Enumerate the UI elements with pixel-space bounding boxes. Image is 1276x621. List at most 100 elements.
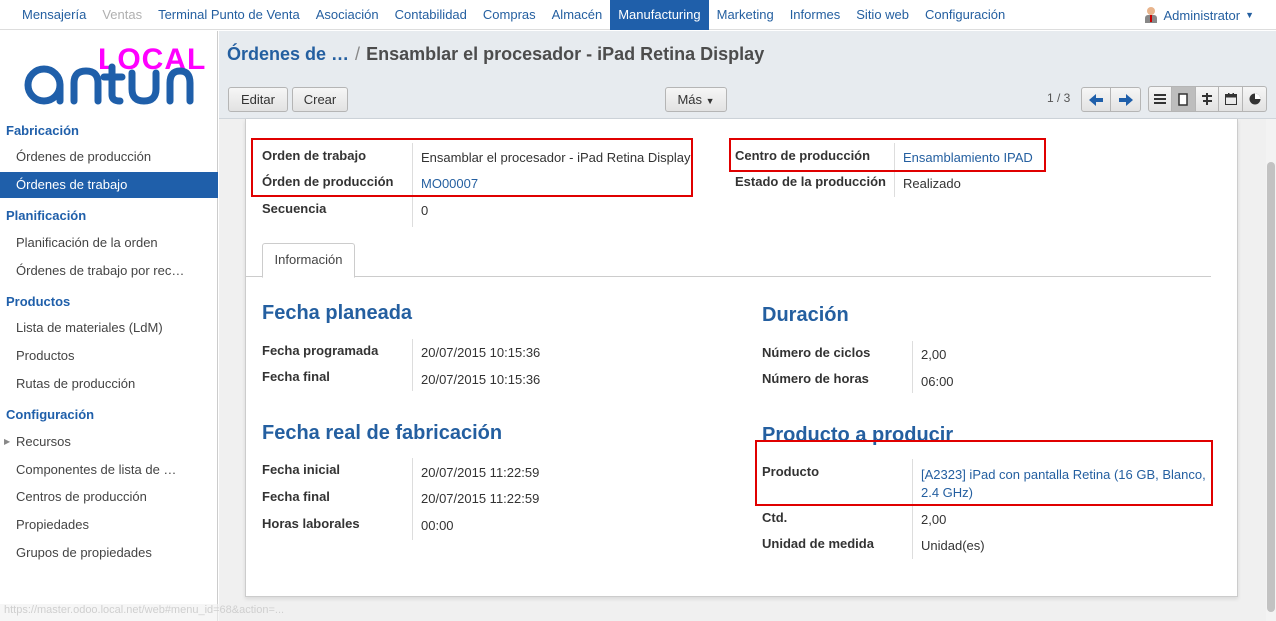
- fecha-inicial-value: 20/07/2015 11:22:59: [421, 465, 540, 480]
- menu-asociacion[interactable]: Asociación: [308, 0, 387, 30]
- sidebar-item-ordenes-produccion[interactable]: Órdenes de producción: [0, 144, 218, 170]
- pager-counter: 1 / 3: [1047, 91, 1071, 105]
- sidebar-item-grupos-propiedades[interactable]: Grupos de propiedades: [0, 540, 218, 566]
- expand-arrow-icon[interactable]: ▶: [4, 429, 10, 455]
- form-view-button[interactable]: [1171, 86, 1196, 112]
- sidebar-item-rutas-produccion[interactable]: Rutas de producción: [0, 371, 218, 397]
- fecha-final-real-label: Fecha final: [262, 489, 330, 504]
- menu-compras[interactable]: Compras: [475, 0, 544, 30]
- fecha-real-title: Fecha real de fabricación: [262, 422, 503, 444]
- calendar-view-button[interactable]: [1219, 86, 1244, 112]
- arrow-right-icon: [1118, 93, 1133, 106]
- numero-ciclos-label: Número de ciclos: [762, 345, 871, 360]
- sidebar-item-recursos[interactable]: ▶ Recursos: [0, 429, 218, 455]
- horas-laborales-value: 00:00: [421, 518, 454, 533]
- field-divider: [912, 341, 913, 393]
- field-divider: [412, 458, 413, 540]
- sidebar-item-propiedades[interactable]: Propiedades: [0, 512, 218, 538]
- caret-down-icon: ▼: [1245, 10, 1254, 20]
- secuencia-value: 0: [421, 203, 429, 218]
- fecha-inicial-label: Fecha inicial: [262, 462, 341, 477]
- menu-informes[interactable]: Informes: [782, 0, 849, 30]
- graph-view-button[interactable]: [1243, 86, 1267, 112]
- highlight-box: [251, 138, 693, 197]
- user-name: Administrator: [1163, 7, 1241, 23]
- list-icon: [1153, 94, 1166, 104]
- top-navbar: Mensajería Ventas Terminal Punto de Vent…: [0, 0, 1276, 30]
- field-divider: [412, 339, 413, 391]
- sidebar-item-lista-materiales[interactable]: Lista de materiales (LdM): [0, 315, 218, 341]
- create-button[interactable]: Crear: [292, 87, 348, 112]
- view-switcher: [1148, 86, 1267, 112]
- estado-produccion-value: Realizado: [903, 176, 961, 191]
- numero-horas-value: 06:00: [921, 374, 954, 389]
- avatar: [1144, 7, 1158, 23]
- menu-marketing[interactable]: Marketing: [709, 0, 782, 30]
- edit-button[interactable]: Editar: [228, 87, 288, 112]
- next-record-button[interactable]: [1111, 87, 1141, 112]
- pie-chart-icon: [1249, 93, 1261, 105]
- highlight-box: [755, 440, 1213, 506]
- ctd-label: Ctd.: [762, 510, 788, 525]
- section-productos: Productos: [6, 294, 71, 309]
- company-logo[interactable]: LOCAL: [22, 41, 205, 111]
- section-planificacion: Planificación: [6, 208, 87, 223]
- sidebar-item-ordenes-trabajo[interactable]: Órdenes de trabajo: [0, 172, 218, 198]
- breadcrumb: Órdenes de … / Ensamblar el procesador - i…: [227, 44, 764, 65]
- sidebar: LOCAL Fabricación Órdenes de producción …: [0, 31, 218, 621]
- more-label: Más: [677, 92, 702, 107]
- fecha-programada-label: Fecha programada: [262, 343, 379, 358]
- fecha-final-label: Fecha final: [262, 369, 330, 384]
- sidebar-item-productos[interactable]: Productos: [0, 343, 218, 369]
- unidad-medida-value: Unidad(es): [921, 538, 985, 553]
- numero-ciclos-value: 2,00: [921, 347, 947, 362]
- menu-mensajeria[interactable]: Mensajería: [14, 0, 94, 30]
- menu-almacen[interactable]: Almacén: [544, 0, 611, 30]
- sidebar-item-planificacion-orden[interactable]: Planificación de la orden: [0, 230, 218, 256]
- arrow-left-icon: [1089, 93, 1103, 106]
- list-view-button[interactable]: [1148, 86, 1172, 112]
- gantt-icon: [1202, 93, 1212, 105]
- unidad-medida-label: Unidad de medida: [762, 536, 874, 551]
- scrollbar[interactable]: [1266, 119, 1276, 621]
- calendar-icon: [1224, 93, 1237, 105]
- breadcrumb-parent[interactable]: Órdenes de …: [227, 44, 349, 64]
- pager-nav: [1081, 87, 1141, 112]
- menu-contabilidad[interactable]: Contabilidad: [387, 0, 475, 30]
- tab-informacion[interactable]: Información: [262, 243, 355, 278]
- sidebar-item-componentes-lista[interactable]: Componentes de lista de …: [0, 457, 218, 483]
- duracion-title: Duración: [762, 304, 849, 326]
- ctd-value: 2,00: [921, 512, 947, 527]
- menu-tpv[interactable]: Terminal Punto de Venta: [150, 0, 308, 30]
- menu-sitio-web[interactable]: Sitio web: [848, 0, 917, 30]
- user-menu[interactable]: Administrator ▼: [1144, 0, 1254, 30]
- gantt-view-button[interactable]: [1195, 86, 1220, 112]
- caret-down-icon: ▼: [705, 96, 715, 106]
- control-panel: Órdenes de … / Ensamblar el procesador - i…: [219, 31, 1276, 119]
- sidebar-item-ordenes-trabajo-recurso[interactable]: Órdenes de trabajo por rec…: [0, 258, 218, 284]
- breadcrumb-current: Ensamblar el procesador - iPad Retina Di…: [366, 44, 765, 64]
- scrollbar-thumb[interactable]: [1267, 162, 1275, 612]
- numero-horas-label: Número de horas: [762, 371, 869, 386]
- fecha-programada-value: 20/07/2015 10:15:36: [421, 345, 541, 360]
- sidebar-item-centros-produccion[interactable]: Centros de producción: [0, 484, 218, 510]
- form-icon: [1178, 92, 1188, 106]
- horas-laborales-label: Horas laborales: [262, 516, 360, 531]
- menu-configuracion[interactable]: Configuración: [917, 0, 1013, 30]
- antun-logo-icon: [24, 63, 194, 105]
- fecha-planeada-title: Fecha planeada: [262, 302, 413, 324]
- menu-ventas[interactable]: Ventas: [94, 0, 150, 30]
- previous-record-button[interactable]: [1081, 87, 1111, 112]
- estado-produccion-label: Estado de la producción: [735, 174, 886, 189]
- breadcrumb-separator: /: [355, 44, 361, 64]
- menu-manufacturing[interactable]: Manufacturing: [610, 0, 709, 30]
- section-fabricacion: Fabricación: [6, 123, 79, 138]
- more-dropdown-button[interactable]: Más ▼: [665, 87, 727, 112]
- status-url: https://master.odoo.local.net/web#menu_i…: [0, 604, 289, 621]
- fecha-final-real-value: 20/07/2015 11:22:59: [421, 491, 540, 506]
- notebook-tabs: Información: [245, 243, 1211, 278]
- fecha-final-value: 20/07/2015 10:15:36: [421, 372, 541, 387]
- section-configuracion: Configuración: [6, 407, 95, 422]
- top-menu: Mensajería Ventas Terminal Punto de Vent…: [14, 0, 1013, 30]
- secuencia-label: Secuencia: [262, 201, 327, 216]
